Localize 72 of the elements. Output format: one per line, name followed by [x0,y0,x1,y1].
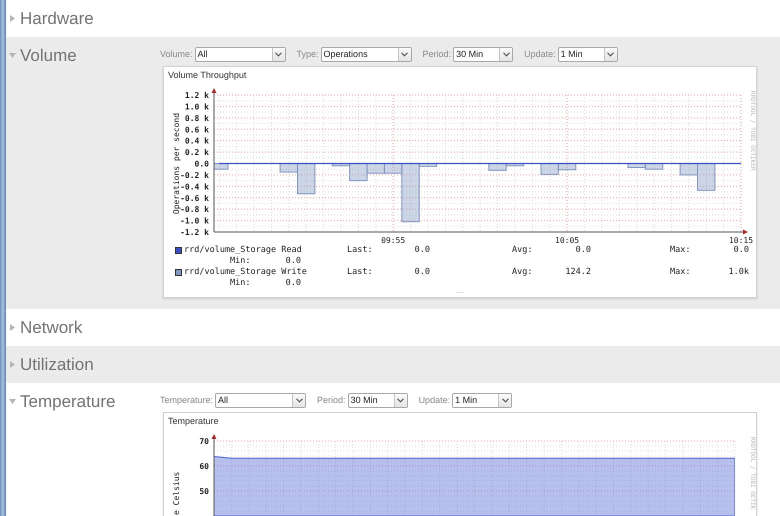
stat-value: 1.0k [728,267,749,278]
stat-value: 124.2 [564,267,591,278]
stat-label: Avg: [512,245,534,256]
caret-icon [607,52,614,56]
stat-value: 0.0 [574,245,591,256]
stat-label: Max: [670,267,692,278]
y-tick-label: 60 [199,462,209,471]
section-toggle[interactable]: Utilization [6,354,94,375]
x-tick-label: 09:55 [381,236,406,245]
x-tick-label: 10:05 [555,236,580,245]
stat-value: 0.0 [284,278,301,289]
graph-title: Volume Throughput [167,69,248,82]
stat-label: Last: [347,245,374,256]
y-axis-title: Operations per second [172,112,181,214]
section-toggle[interactable]: Temperature [6,391,116,412]
y-tick-label: 0.2 k [184,148,209,158]
y-axis-title: e Celsius [172,472,181,515]
stat-value: 0.0 [284,256,301,267]
y-tick-label: -0.4 k [180,182,209,192]
expand-triangle-icon [9,15,16,22]
x-tick-label: 10:15 [728,236,754,245]
filter-label: Update: [524,49,556,59]
stat-value: 0.0 [414,245,430,256]
expand-triangle-icon [9,361,16,368]
legend-label: rrd/volume_Storage Read [184,245,303,256]
graph-title: Temperature [167,415,220,428]
filter-label: Type: [296,49,319,59]
collapse-triangle-icon [9,52,16,59]
filter-label: Temperature: [160,395,214,405]
y-tick-label: 1.2 k [184,91,209,100]
legend-label: rrd/volume_Storage Write [184,267,308,278]
y-tick-label: 0.4 k [184,136,209,146]
filter-dropdown[interactable]: 1 Min [452,392,512,408]
filter-dropdown[interactable]: All [215,392,306,408]
section-toggle[interactable]: Volume [6,45,77,66]
y-tick-label: -0.2 k [180,170,209,180]
stat-label: Min: [230,278,252,289]
caret-icon [275,52,282,56]
caret-icon [401,52,408,56]
stat-value: 0.0 [414,267,430,278]
filter-label: Period: [422,49,452,59]
y-tick-label: 0.6 k [184,125,209,134]
y-tick-label: -0.6 k [180,194,209,203]
y-tick-label: -1.2 k [180,228,209,237]
y-tick-label: 0.0 [194,160,209,168]
filter-dropdown[interactable]: 30 Min [348,392,408,408]
expand-triangle-icon [9,324,16,331]
y-tick-label: 1.0 k [184,102,209,112]
y-tick-label: 70 [199,437,209,446]
filter-dropdown[interactable]: All [194,46,286,62]
y-tick-label: -1.0 k [180,216,209,226]
filter-label: Volume: [160,49,193,59]
stat-label: Last: [347,267,374,278]
stat-label: Avg: [512,267,534,278]
caret-icon [502,398,509,402]
section-toggle[interactable]: Hardware [6,8,94,29]
filter-dropdown[interactable]: 30 Min [453,46,514,62]
caret-icon [502,52,510,56]
caret-icon [296,398,303,402]
filter-label: Period: [317,395,346,405]
y-tick-label: 0.8 k [184,114,209,123]
y-tick-label: -0.8 k [180,205,209,214]
filter-dropdown[interactable]: Operations [320,46,412,62]
filter-label: Update: [418,395,450,405]
collapse-triangle-icon [9,398,16,405]
stat-label: Max: [670,245,692,256]
stat-value: 0.0 [732,245,749,256]
filter-dropdown[interactable]: 1 Min [558,46,618,62]
section-toggle[interactable]: Network [6,317,82,338]
y-tick-label: 50 [199,487,209,496]
caret-icon [397,398,404,402]
stat-label: Min: [230,256,252,267]
